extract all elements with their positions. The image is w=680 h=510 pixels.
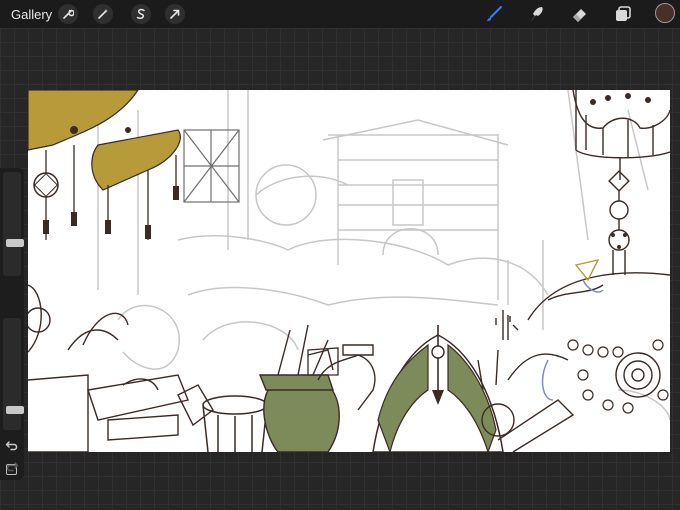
artwork-illustration: [28, 90, 670, 452]
brush-size-slider[interactable]: [3, 172, 24, 276]
undo-icon[interactable]: [5, 440, 19, 452]
transform-button[interactable]: [165, 4, 185, 24]
brush-icon: [487, 5, 503, 22]
actions-button[interactable]: [58, 4, 78, 24]
selection-s-icon: [136, 8, 145, 20]
eraser-tool-button[interactable]: [570, 4, 590, 24]
gallery-button[interactable]: Gallery: [11, 7, 52, 22]
brush-tool-button[interactable]: [484, 4, 504, 24]
layers-button[interactable]: [613, 4, 633, 24]
layers-icon: [616, 6, 631, 21]
color-swatch[interactable]: [655, 3, 675, 23]
arrow-cursor-icon: [170, 9, 180, 19]
top-toolbar: Gallery: [0, 0, 680, 28]
drawing-canvas[interactable]: [28, 90, 670, 452]
smudge-icon: [531, 7, 543, 21]
opacity-thumb[interactable]: [6, 406, 24, 414]
smudge-tool-button[interactable]: [527, 4, 547, 24]
redo-icon[interactable]: [5, 461, 19, 473]
magic-wand-icon: [98, 9, 108, 19]
selection-button[interactable]: [131, 4, 151, 24]
eraser-icon: [573, 9, 586, 22]
adjustments-button[interactable]: [93, 4, 113, 24]
wrench-icon: [63, 9, 74, 19]
sidebar: [0, 168, 24, 480]
brush-size-thumb[interactable]: [6, 239, 24, 247]
opacity-slider[interactable]: [3, 318, 24, 430]
